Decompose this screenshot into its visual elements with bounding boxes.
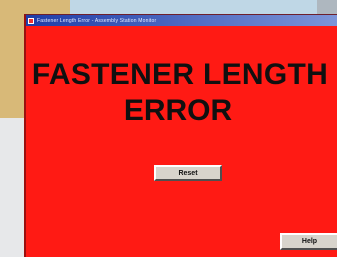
error-heading-line-2: ERROR [123, 94, 233, 127]
help-button[interactable]: Help [280, 233, 337, 250]
window-title: Fastener Length Error - Assembly Station… [37, 17, 157, 24]
app-icon [28, 17, 34, 24]
background-left-lower-area [0, 118, 26, 257]
error-window: Fastener Length Error - Assembly Station… [24, 14, 337, 257]
error-heading-line-1: FASTENER LENGTH [31, 58, 329, 91]
reset-button[interactable]: Reset [154, 165, 222, 181]
title-bar[interactable]: Fastener Length Error - Assembly Station… [26, 15, 337, 26]
